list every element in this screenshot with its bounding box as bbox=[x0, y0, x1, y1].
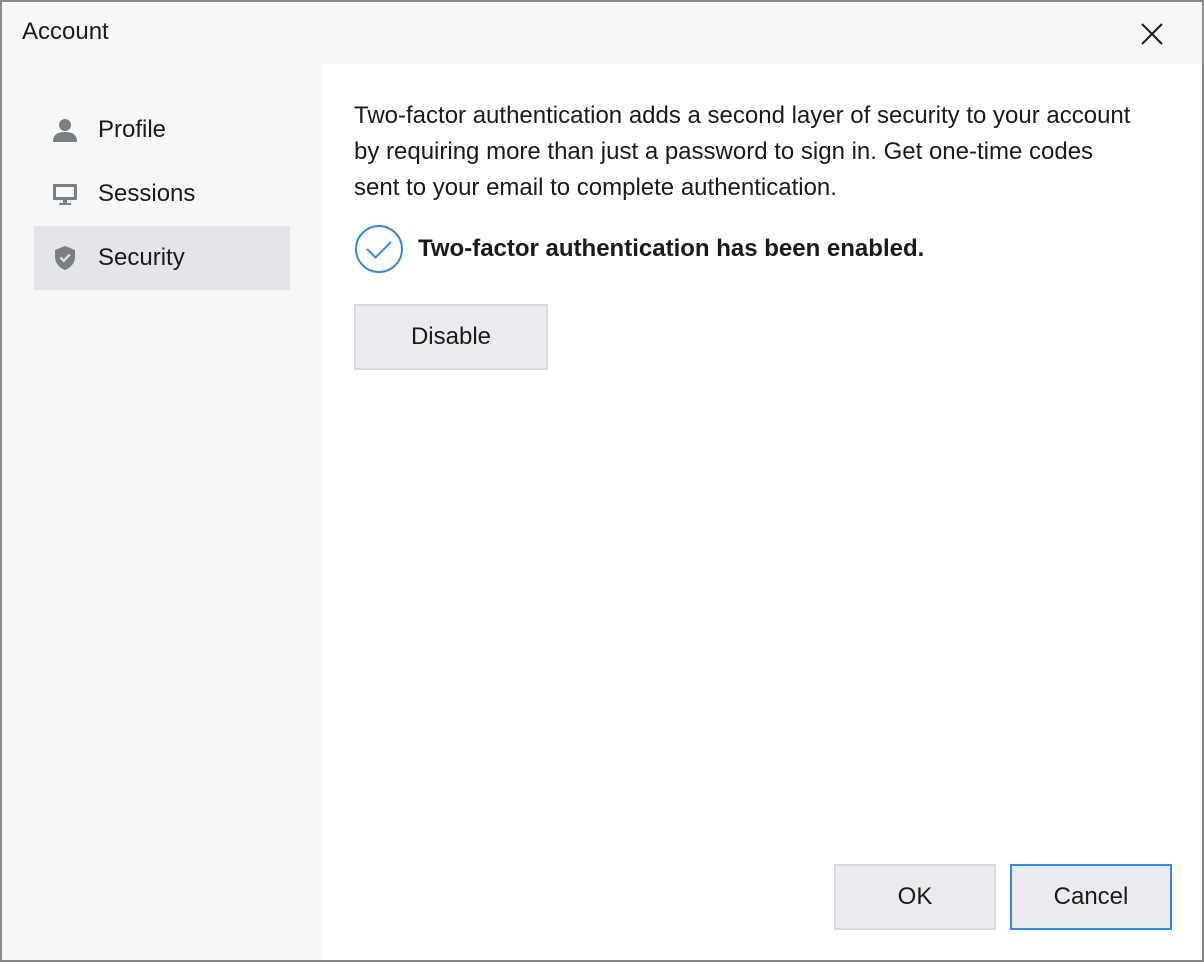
sidebar-item-label: Profile bbox=[98, 116, 167, 143]
status-row: Two-factor authentication has been enabl… bbox=[354, 224, 924, 274]
disable-button[interactable]: Disable bbox=[354, 304, 548, 370]
sidebar-item-sessions[interactable]: Sessions bbox=[34, 162, 290, 226]
sidebar-item-security[interactable]: Security bbox=[34, 226, 290, 290]
security-panel: Two-factor authentication adds a second … bbox=[322, 64, 1202, 960]
close-button[interactable] bbox=[1130, 12, 1174, 56]
status-message: Two-factor authentication has been enabl… bbox=[418, 235, 925, 262]
title-bar: Account bbox=[2, 2, 1202, 64]
dialog-title: Account bbox=[22, 18, 109, 45]
ok-button[interactable]: OK bbox=[834, 864, 996, 930]
person-icon bbox=[52, 117, 78, 143]
monitor-icon bbox=[52, 181, 78, 207]
check-circle-icon bbox=[355, 225, 403, 273]
security-description: Two-factor authentication adds a second … bbox=[354, 102, 1131, 201]
cancel-button[interactable]: Cancel bbox=[1010, 864, 1172, 930]
sidebar-item-label: Security bbox=[98, 244, 185, 271]
account-dialog: Account Profile Sessions Security Two-fa… bbox=[0, 0, 1204, 962]
sidebar: Profile Sessions Security bbox=[2, 64, 322, 960]
shield-icon bbox=[52, 245, 78, 271]
sidebar-item-label: Sessions bbox=[98, 180, 196, 207]
sidebar-item-profile[interactable]: Profile bbox=[34, 98, 290, 162]
close-icon bbox=[1141, 23, 1163, 45]
